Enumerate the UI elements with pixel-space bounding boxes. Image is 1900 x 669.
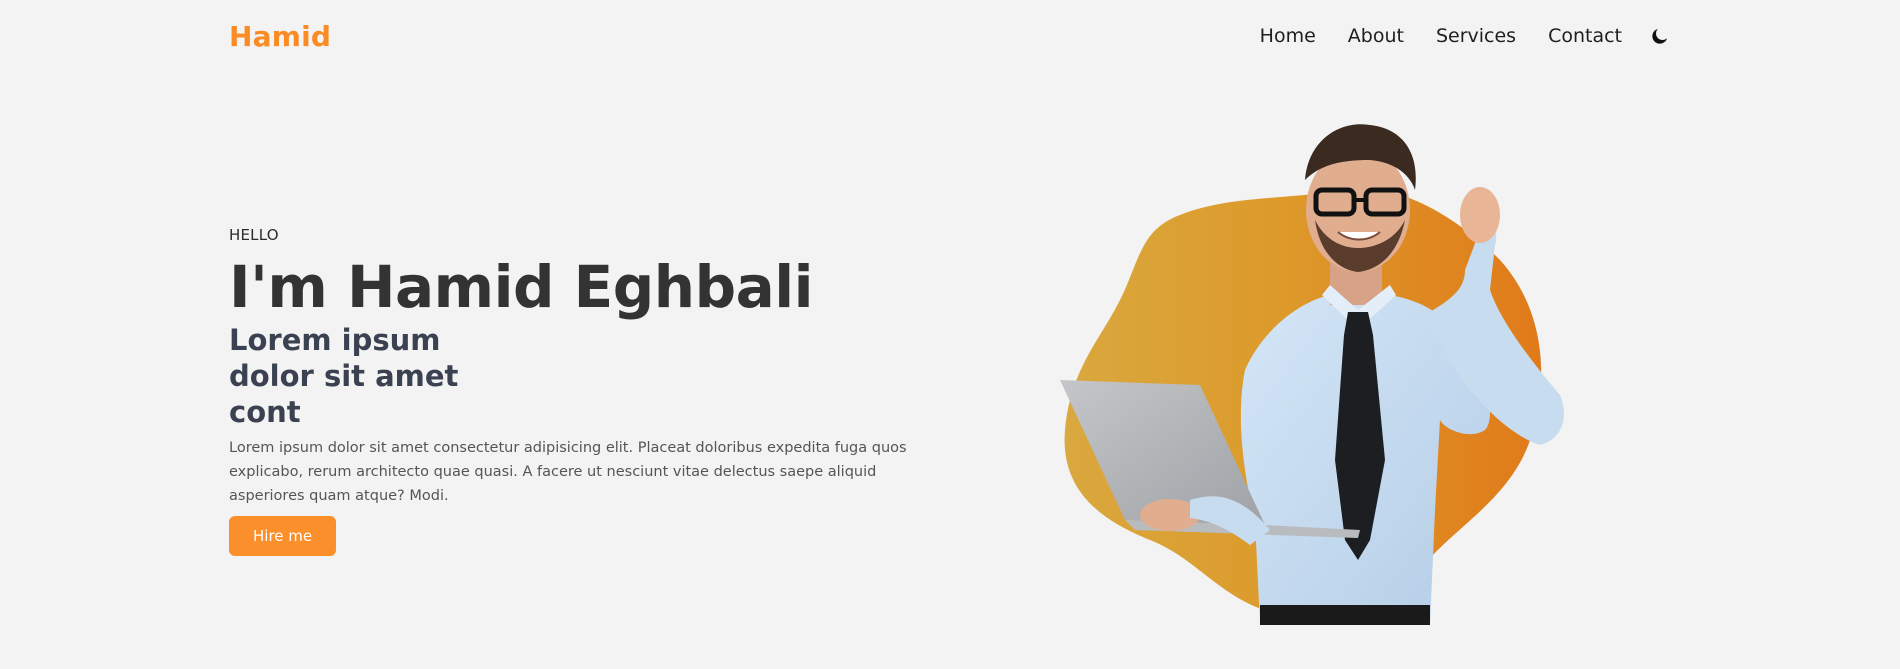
hero-subtitle: Lorem ipsum dolor sit amet cont bbox=[229, 323, 459, 429]
moon-icon[interactable] bbox=[1649, 25, 1671, 47]
hero-image bbox=[1040, 120, 1600, 630]
nav-services[interactable]: Services bbox=[1436, 25, 1516, 47]
hero-section: HELLO I'm Hamid Eghbali Lorem ipsum dolo… bbox=[229, 226, 949, 556]
hero-greeting: HELLO bbox=[229, 226, 279, 244]
main-nav: Home About Services Contact bbox=[1260, 25, 1671, 47]
hero-description: Lorem ipsum dolor sit amet consectetur a… bbox=[229, 440, 907, 504]
hire-me-button[interactable]: Hire me bbox=[229, 516, 337, 556]
nav-about[interactable]: About bbox=[1348, 25, 1404, 47]
nav-home[interactable]: Home bbox=[1260, 25, 1316, 47]
site-header: Hamid Home About Services Contact bbox=[229, 0, 1671, 72]
hero-title: I'm Hamid Eghbali bbox=[229, 253, 814, 321]
nav-contact[interactable]: Contact bbox=[1548, 25, 1622, 47]
page: Hamid Home About Services Contact HELLO … bbox=[0, 0, 1900, 669]
logo[interactable]: Hamid bbox=[229, 20, 331, 53]
